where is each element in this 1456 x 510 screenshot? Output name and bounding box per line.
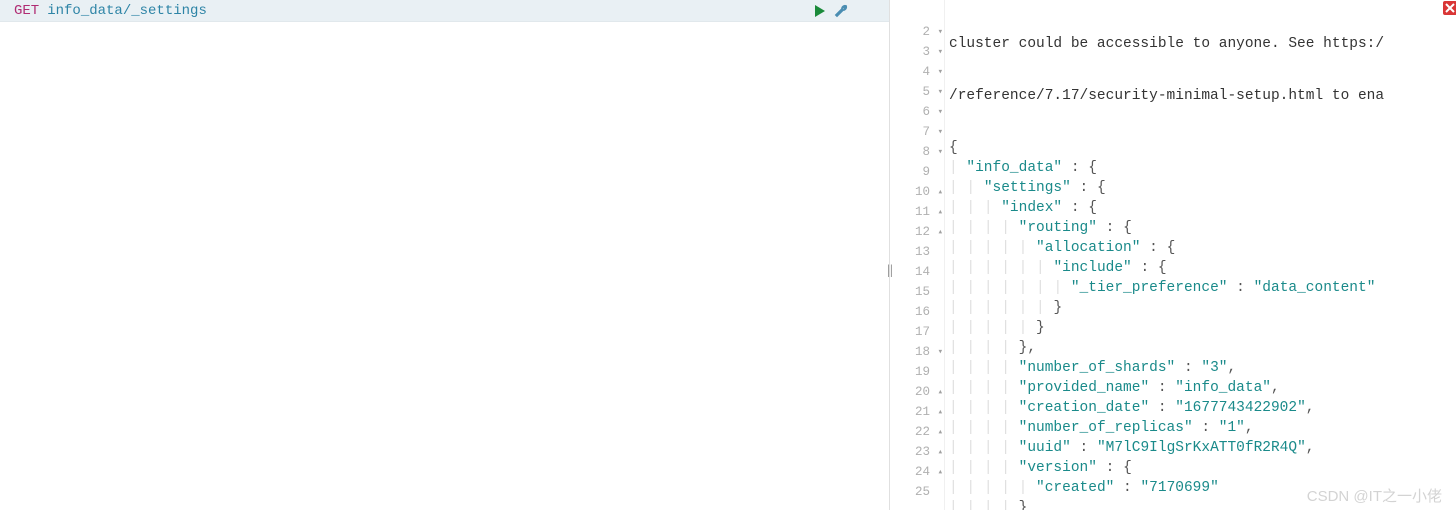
code-area[interactable]: cluster could be accessible to anyone. S…	[945, 0, 1456, 510]
response-viewer: 2▾3▾4▾5▾6▾7▾8▾910▴11▴12▴131415161718▾192…	[890, 0, 1456, 510]
gutter-line	[890, 2, 944, 22]
gutter-line: 5▾	[890, 82, 944, 102]
gutter-line: 2▾	[890, 22, 944, 42]
fold-arrow-icon[interactable]: ▴	[938, 222, 943, 242]
fold-arrow-icon[interactable]: ▾	[938, 122, 943, 142]
gutter-line: 18▾	[890, 342, 944, 362]
request-actions	[813, 0, 849, 22]
fold-arrow-icon[interactable]: ▴	[938, 462, 943, 482]
http-path: info_data/_settings	[47, 3, 207, 19]
gutter-line: 21▴	[890, 402, 944, 422]
warning-line: cluster could be accessible to anyone. S…	[945, 34, 1456, 54]
code-line: | | | | | "allocation" : {	[945, 238, 1456, 258]
fold-arrow-icon[interactable]: ▴	[938, 442, 943, 462]
code-line: | | | | | | | "_tier_preference" : "data…	[945, 278, 1456, 298]
code-line: | | "settings" : {	[945, 178, 1456, 198]
code-line: | | | | "number_of_shards" : "3",	[945, 358, 1456, 378]
error-icon	[1442, 0, 1456, 21]
gutter-line: 22▴	[890, 422, 944, 442]
gutter-line: 7▾	[890, 122, 944, 142]
code-line: {	[945, 138, 1456, 158]
request-line[interactable]: GET info_data/_settings	[0, 0, 889, 22]
code-line: | "info_data" : {	[945, 158, 1456, 178]
code-line: | | | | "uuid" : "M7lC9IlgSrKxATT0fR2R4Q…	[945, 438, 1456, 458]
request-editor[interactable]: GET info_data/_settings ‖	[0, 0, 890, 510]
run-icon[interactable]	[813, 4, 827, 18]
gutter-line: 17	[890, 322, 944, 342]
fold-arrow-icon[interactable]: ▴	[938, 422, 943, 442]
fold-arrow-icon[interactable]: ▴	[938, 382, 943, 402]
gutter-line: 20▴	[890, 382, 944, 402]
code-line: | | | | "provided_name" : "info_data",	[945, 378, 1456, 398]
fold-arrow-icon[interactable]: ▾	[938, 62, 943, 82]
fold-arrow-icon[interactable]: ▾	[938, 22, 943, 42]
gutter-line: 16	[890, 302, 944, 322]
fold-arrow-icon[interactable]: ▴	[938, 182, 943, 202]
gutter-line: 15	[890, 282, 944, 302]
gutter-line: 12▴	[890, 222, 944, 242]
gutter-line: 14	[890, 262, 944, 282]
code-line: | | | "index" : {	[945, 198, 1456, 218]
gutter-line: 11▴	[890, 202, 944, 222]
code-line: | | | | | "created" : "7170699"	[945, 478, 1456, 498]
fold-arrow-icon[interactable]: ▾	[938, 42, 943, 62]
gutter-line: 8▾	[890, 142, 944, 162]
code-line: | | | | },	[945, 338, 1456, 358]
code-line: | | | | | }	[945, 318, 1456, 338]
gutter-line: 23▴	[890, 442, 944, 462]
http-method: GET	[14, 3, 39, 19]
gutter-line: 4▾	[890, 62, 944, 82]
fold-arrow-icon[interactable]: ▴	[938, 202, 943, 222]
gutter-line: 19	[890, 362, 944, 382]
split-dragger-icon[interactable]: ‖	[881, 255, 897, 285]
fold-arrow-icon[interactable]: ▾	[938, 342, 943, 362]
code-line: | | | | | | }	[945, 298, 1456, 318]
fold-arrow-icon[interactable]: ▾	[938, 142, 943, 162]
code-line: | | | | | | "include" : {	[945, 258, 1456, 278]
wrench-icon[interactable]	[833, 3, 849, 19]
gutter-line: 13	[890, 242, 944, 262]
fold-arrow-icon[interactable]: ▴	[938, 402, 943, 422]
warning-line: /reference/7.17/security-minimal-setup.h…	[945, 86, 1456, 106]
gutter-line: 24▴	[890, 462, 944, 482]
gutter-line: 25	[890, 482, 944, 502]
gutter-line: 9	[890, 162, 944, 182]
fold-arrow-icon[interactable]: ▾	[938, 102, 943, 122]
gutter-line: 6▾	[890, 102, 944, 122]
code-line: | | | | "routing" : {	[945, 218, 1456, 238]
code-line: | | | | }	[945, 498, 1456, 510]
code-line: | | | | "creation_date" : "1677743422902…	[945, 398, 1456, 418]
code-line: | | | | "number_of_replicas" : "1",	[945, 418, 1456, 438]
gutter-line: 3▾	[890, 42, 944, 62]
fold-arrow-icon[interactable]: ▾	[938, 82, 943, 102]
code-line: | | | | "version" : {	[945, 458, 1456, 478]
gutter: 2▾3▾4▾5▾6▾7▾8▾910▴11▴12▴131415161718▾192…	[890, 0, 945, 510]
gutter-line: 10▴	[890, 182, 944, 202]
